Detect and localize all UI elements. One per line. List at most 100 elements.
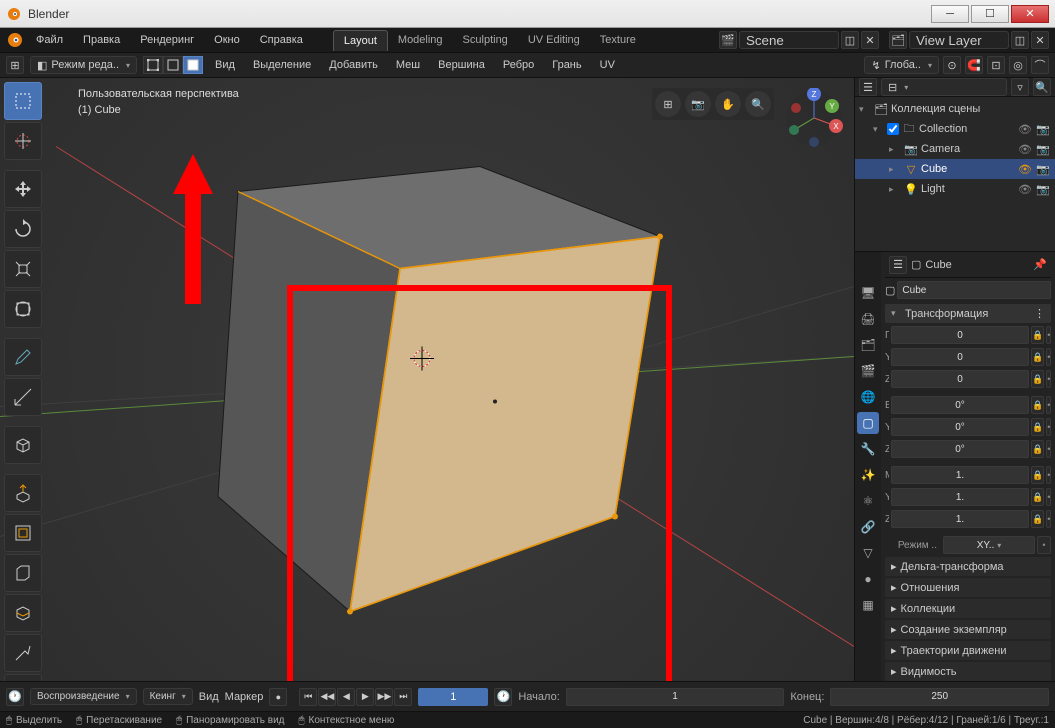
scene-name-input[interactable] bbox=[739, 31, 839, 49]
outliner-display-mode[interactable]: ⊟ bbox=[881, 78, 1007, 96]
jump-end-button[interactable]: ⏭ bbox=[394, 688, 412, 706]
tool-loopcut[interactable] bbox=[4, 594, 42, 632]
viewport-camera-icon[interactable]: 📷 bbox=[685, 91, 711, 117]
panel-motion-paths[interactable]: ▸Траектории движени bbox=[885, 641, 1051, 660]
prop-tab-viewlayer[interactable]: 🗂 bbox=[857, 334, 879, 356]
visibility-icon[interactable]: 👁 bbox=[1017, 183, 1033, 196]
menu-file[interactable]: Файл bbox=[28, 31, 71, 49]
new-layer-button[interactable]: ◫ bbox=[1011, 31, 1029, 49]
menu-help[interactable]: Справка bbox=[252, 31, 311, 49]
tool-transform[interactable] bbox=[4, 290, 42, 328]
tool-measure[interactable] bbox=[4, 378, 42, 416]
render-icon[interactable]: 📷 bbox=[1035, 123, 1051, 136]
prop-tab-object[interactable]: ▢ bbox=[857, 412, 879, 434]
next-key-button[interactable]: ▶▶ bbox=[375, 688, 393, 706]
render-icon[interactable]: 📷 bbox=[1035, 183, 1051, 196]
outliner-search-icon[interactable]: 🔍 bbox=[1033, 78, 1051, 96]
snap-type-icon[interactable]: ⊡ bbox=[987, 56, 1005, 74]
header-menu-view[interactable]: Вид bbox=[209, 56, 241, 74]
navigation-gizmo[interactable]: X Y Z bbox=[784, 88, 844, 148]
rotation-mode-select[interactable]: XY.. bbox=[943, 536, 1035, 554]
header-menu-mesh[interactable]: Меш bbox=[390, 56, 426, 74]
loc-x-input[interactable] bbox=[891, 326, 1029, 344]
play-button[interactable]: ▶ bbox=[356, 688, 374, 706]
minimize-button[interactable]: ─ bbox=[931, 5, 969, 23]
outliner-filter-icon[interactable]: ▿ bbox=[1011, 78, 1029, 96]
play-reverse-button[interactable]: ◀ bbox=[337, 688, 355, 706]
rot-x-input[interactable] bbox=[891, 396, 1029, 414]
scale-y-input[interactable] bbox=[891, 488, 1029, 506]
timeline-marker[interactable]: Маркер bbox=[225, 691, 264, 703]
frame-end-input[interactable] bbox=[830, 688, 1049, 706]
visibility-icon[interactable]: 👁 bbox=[1017, 123, 1033, 136]
tab-uv[interactable]: UV Editing bbox=[518, 30, 590, 50]
tool-select-box[interactable] bbox=[4, 82, 42, 120]
browse-scene-icon[interactable]: 🎬 bbox=[719, 31, 737, 49]
visibility-icon[interactable]: 👁 bbox=[1017, 143, 1033, 156]
tool-extrude[interactable] bbox=[4, 474, 42, 512]
header-menu-face[interactable]: Грань bbox=[546, 56, 587, 74]
proportional-type-icon[interactable]: ⌒ bbox=[1031, 56, 1049, 74]
autokey-button[interactable]: ● bbox=[269, 688, 287, 706]
mode-select[interactable]: ◧ Режим реда.. bbox=[30, 56, 137, 74]
tab-modeling[interactable]: Modeling bbox=[388, 30, 453, 50]
pivot-icon[interactable]: ⊙ bbox=[943, 56, 961, 74]
collection-checkbox[interactable] bbox=[887, 123, 899, 135]
jump-start-button[interactable]: ⏮ bbox=[299, 688, 317, 706]
header-menu-select[interactable]: Выделение bbox=[247, 56, 317, 74]
new-scene-button[interactable]: ◫ bbox=[841, 31, 859, 49]
menu-edit[interactable]: Правка bbox=[75, 31, 128, 49]
tool-inset[interactable] bbox=[4, 514, 42, 552]
close-button[interactable]: ✕ bbox=[1011, 5, 1049, 23]
prop-tab-material[interactable]: ● bbox=[857, 568, 879, 590]
prev-key-button[interactable]: ◀◀ bbox=[318, 688, 336, 706]
panel-delta[interactable]: ▸Дельта-трансформа bbox=[885, 557, 1051, 576]
tree-item-light[interactable]: ▸ 💡 Light 👁 📷 bbox=[855, 179, 1055, 199]
panel-collections[interactable]: ▸Коллекции bbox=[885, 599, 1051, 618]
prop-tab-data[interactable]: ▽ bbox=[857, 542, 879, 564]
header-menu-uv[interactable]: UV bbox=[594, 56, 621, 74]
prop-tab-constraint[interactable]: 🔗 bbox=[857, 516, 879, 538]
browse-layer-icon[interactable]: 🗂 bbox=[889, 31, 907, 49]
frame-start-input[interactable] bbox=[566, 688, 785, 706]
prop-tab-physics[interactable]: ⚛ bbox=[857, 490, 879, 512]
render-icon[interactable]: 📷 bbox=[1035, 143, 1051, 156]
visibility-icon[interactable]: 👁 bbox=[1017, 163, 1033, 176]
header-menu-vertex[interactable]: Вершина bbox=[432, 56, 491, 74]
vertex-select-button[interactable] bbox=[143, 56, 163, 74]
transform-panel-header[interactable]: ▾ Трансформация ⋮ bbox=[885, 304, 1051, 323]
outliner-editor-icon[interactable]: ☰ bbox=[859, 78, 877, 96]
loc-z-input[interactable] bbox=[891, 370, 1029, 388]
delete-scene-button[interactable]: ✕ bbox=[861, 31, 879, 49]
layer-name-input[interactable] bbox=[909, 31, 1009, 49]
tool-move[interactable] bbox=[4, 170, 42, 208]
prop-tab-modifier[interactable]: 🔧 bbox=[857, 438, 879, 460]
tab-layout[interactable]: Layout bbox=[333, 30, 388, 51]
prop-tab-output[interactable]: 🖨 bbox=[857, 308, 879, 330]
render-icon[interactable]: 📷 bbox=[1035, 163, 1051, 176]
timeline-view[interactable]: Вид bbox=[199, 691, 219, 703]
tool-rotate[interactable] bbox=[4, 210, 42, 248]
lock-icon[interactable]: 🔒 bbox=[1031, 326, 1044, 344]
tool-annotate[interactable] bbox=[4, 338, 42, 376]
delete-layer-button[interactable]: ✕ bbox=[1031, 31, 1049, 49]
tree-root[interactable]: ▾ 🗂 Коллекция сцены bbox=[855, 99, 1055, 119]
tree-collection[interactable]: ▾ 🗀 Collection 👁 📷 bbox=[855, 119, 1055, 139]
playback-menu[interactable]: Воспроизведение bbox=[30, 688, 137, 705]
outliner-tree[interactable]: ▾ 🗂 Коллекция сцены ▾ 🗀 Collection 👁 📷 ▸ bbox=[855, 97, 1055, 251]
menu-render[interactable]: Рендеринг bbox=[132, 31, 202, 49]
header-menu-edge[interactable]: Ребро bbox=[497, 56, 540, 74]
prop-tab-world[interactable]: 🌐 bbox=[857, 386, 879, 408]
scale-z-input[interactable] bbox=[891, 510, 1029, 528]
snap-icon[interactable]: 🧲 bbox=[965, 56, 983, 74]
panel-instancing[interactable]: ▸Создание экземпляр bbox=[885, 620, 1051, 639]
tree-item-camera[interactable]: ▸ 📷 Camera 👁 📷 bbox=[855, 139, 1055, 159]
tool-scale[interactable] bbox=[4, 250, 42, 288]
use-preview-range-button[interactable]: 🕐 bbox=[494, 688, 512, 706]
tool-cursor[interactable] bbox=[4, 122, 42, 160]
viewport-selectability-icon[interactable]: ⊞ bbox=[655, 91, 681, 117]
prop-tab-texture[interactable]: ▦ bbox=[857, 594, 879, 616]
loc-y-input[interactable] bbox=[891, 348, 1029, 366]
prop-tab-particle[interactable]: ✨ bbox=[857, 464, 879, 486]
editor-type-icon[interactable]: ⊞ bbox=[6, 56, 24, 74]
